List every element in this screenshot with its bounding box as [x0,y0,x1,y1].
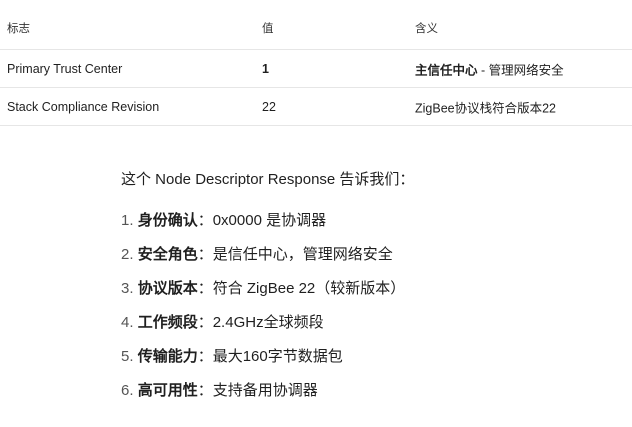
list-number: 3. [121,280,134,297]
list-desc: 最大160字节数据包 [212,348,343,365]
header-value: 值 [262,23,274,35]
list-item: 2. 安全角色：是信任中心，管理网络安全 [121,244,405,278]
list-separator: ： [197,280,213,297]
list-number: 2. [121,246,134,263]
cell-meaning-rest: ZigBee协议栈符合版本22 [415,101,557,115]
header-meaning: 含义 [415,23,438,35]
list-separator: ： [197,314,213,331]
list-item: 3. 协议版本：符合 ZigBee 22（较新版本） [121,278,405,312]
list-item: 6. 高可用性：支持备用协调器 [121,380,405,414]
header-flag: 标志 [7,23,30,35]
list-number: 4. [121,314,134,331]
list-desc: 符合 ZigBee 22（较新版本） [212,280,406,297]
cell-meaning: ZigBee协议栈符合版本22 [415,97,556,116]
cell-value: 1 [262,61,269,76]
summary-list: 1. 身份确认：0x0000 是协调器 2. 安全角色：是信任中心，管理网络安全… [121,210,405,414]
table-row: Stack Compliance Revision 22 ZigBee协议栈符合… [0,88,632,126]
cell-value: 22 [262,99,276,114]
cell-meaning-rest: - 管理网络安全 [477,63,564,77]
list-desc: 2.4GHz全球频段 [212,314,324,331]
table-header-row: 标志 值 含义 [0,12,632,50]
table-row: Primary Trust Center 1 主信任中心 - 管理网络安全 [0,50,632,88]
cell-flag: Stack Compliance Revision [7,99,160,114]
list-desc: 支持备用协调器 [212,382,318,399]
list-term: 身份确认 [137,212,198,229]
list-number: 1. [121,212,134,229]
cell-flag: Primary Trust Center [7,61,123,76]
cell-meaning: 主信任中心 - 管理网络安全 [415,59,564,78]
list-number: 6. [121,382,134,399]
list-term: 传输能力 [137,348,198,365]
list-term: 高可用性 [137,382,198,399]
list-term: 工作频段 [137,314,198,331]
intro-paragraph: 这个 Node Descriptor Response 告诉我们： [121,171,415,188]
list-separator: ： [197,212,213,229]
list-item: 4. 工作频段：2.4GHz全球频段 [121,312,405,346]
list-separator: ： [197,348,213,365]
list-item: 1. 身份确认：0x0000 是协调器 [121,210,405,244]
list-number: 5. [121,348,134,365]
descriptor-table: 标志 值 含义 Primary Trust Center 1 主信任中心 - 管… [0,12,632,126]
list-desc: 是信任中心，管理网络安全 [212,246,393,263]
list-separator: ： [197,246,213,263]
list-separator: ： [197,382,213,399]
list-desc: 0x0000 是协调器 [212,212,327,229]
list-term: 安全角色 [137,246,198,263]
list-item: 5. 传输能力：最大160字节数据包 [121,346,405,380]
cell-meaning-strong: 主信任中心 [415,63,478,77]
list-term: 协议版本 [137,280,198,297]
